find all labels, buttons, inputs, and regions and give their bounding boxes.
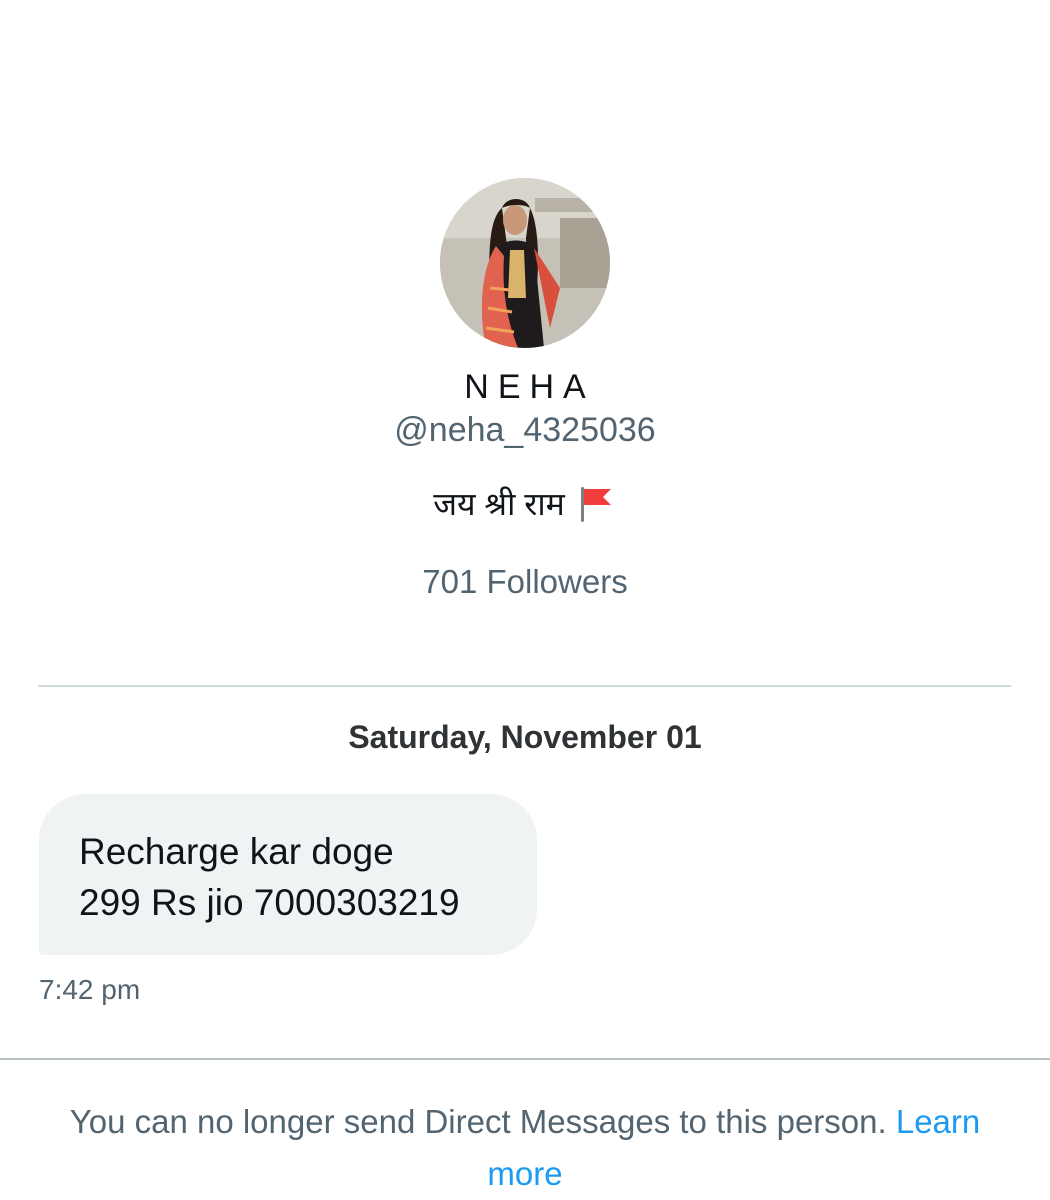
date-separator: Saturday, November 01 xyxy=(348,719,702,755)
profile-header: NEHA @neha_4325036 जय श्री राम 701 Follo… xyxy=(0,178,1050,602)
avatar-photo xyxy=(440,178,610,348)
profile-bio: जय श्री राम xyxy=(0,484,1050,524)
message-bubble[interactable]: Recharge kar doge 299 Rs jio 7000303219 xyxy=(39,794,537,955)
profile-avatar[interactable] xyxy=(440,178,610,348)
footer-divider xyxy=(0,1058,1050,1060)
followers-count[interactable]: 701 Followers xyxy=(0,562,1050,602)
username-handle: @neha_4325036 xyxy=(394,411,656,449)
bio-text: जय श्री राम xyxy=(433,486,565,522)
display-name: NEHA xyxy=(464,368,595,406)
message-line: Recharge kar doge xyxy=(79,831,394,872)
notice-text: You can no longer send Direct Messages t… xyxy=(69,1103,887,1140)
message-timestamp: 7:42 pm xyxy=(39,974,141,1005)
red-flag-icon xyxy=(575,484,617,524)
dm-disabled-notice: You can no longer send Direct Messages t… xyxy=(40,1096,1010,1200)
section-divider xyxy=(38,685,1011,687)
message-line: 299 Rs jio 7000303219 xyxy=(79,882,460,923)
